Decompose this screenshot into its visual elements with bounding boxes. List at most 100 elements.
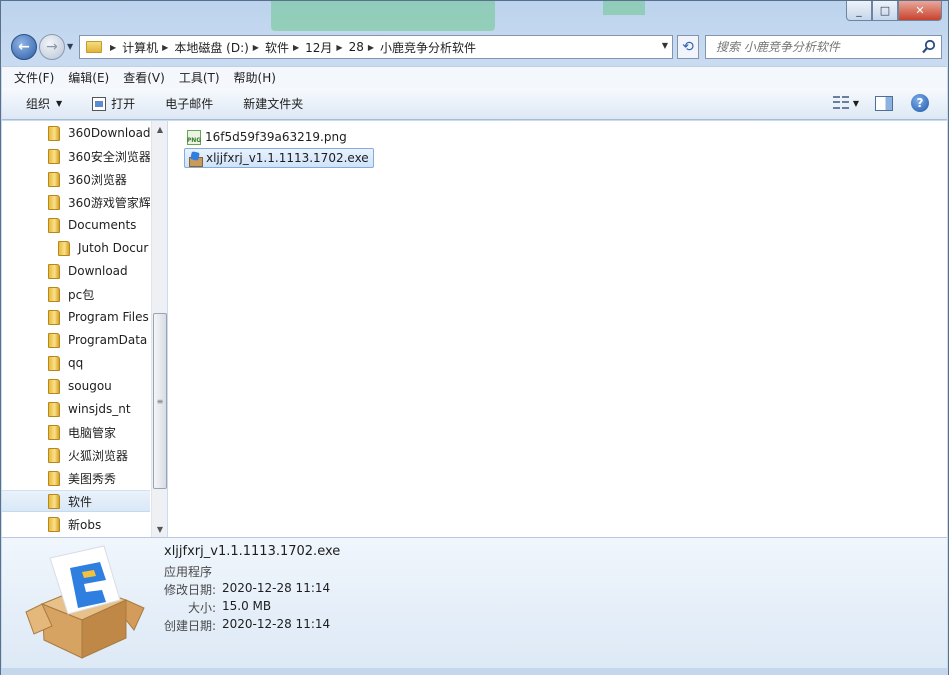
nav-tree-item[interactable]: Download [2, 260, 150, 282]
nav-tree-item[interactable]: 火狐浏览器 [2, 444, 150, 466]
nav-tree-item[interactable]: Documents [2, 214, 150, 236]
scroll-down-arrow-icon[interactable]: ▼ [152, 521, 168, 537]
file-name: 16f5d59f39a63219.png [205, 130, 347, 144]
address-history-dropdown[interactable]: ▼ [662, 41, 668, 50]
caption-buttons: _ □ ✕ [846, 1, 942, 21]
open-button[interactable]: 打开 [92, 95, 135, 112]
scroll-up-arrow-icon[interactable]: ▲ [152, 121, 168, 137]
open-label: 打开 [111, 97, 136, 111]
breadcrumb-separator-icon[interactable]: ▶ [162, 43, 168, 52]
search-input[interactable] [706, 36, 906, 58]
folder-icon [48, 309, 60, 325]
new-folder-button[interactable]: 新建文件夹 [243, 95, 303, 112]
details-file-name: xljjfxrj_v1.1.1113.1702.exe [164, 544, 341, 559]
folder-icon [48, 332, 60, 348]
breadcrumb-separator-icon[interactable]: ▶ [368, 43, 374, 52]
preview-pane-icon[interactable] [875, 95, 893, 111]
nav-tree-item[interactable]: 360游戏管家辉 [2, 191, 150, 213]
nav-tree-item[interactable]: winsjds_nt [2, 398, 150, 420]
folder-icon [48, 194, 60, 210]
menu-bar: 文件(F) 编辑(E) 查看(V) 工具(T) 帮助(H) [2, 66, 947, 88]
created-label: 创建日期: [163, 619, 216, 633]
folder-icon [48, 148, 60, 164]
forward-button[interactable]: → [39, 34, 65, 60]
recent-pages-dropdown[interactable]: ▼ [67, 42, 73, 51]
breadcrumb-item[interactable]: 小鹿竞争分析软件 [380, 39, 476, 56]
folder-icon [48, 493, 60, 509]
folder-icon [48, 401, 60, 417]
folder-icon [48, 125, 60, 141]
breadcrumb-separator-icon[interactable]: ▶ [253, 43, 259, 52]
nav-tree-item[interactable]: 360安全浏览器 [2, 145, 150, 167]
organize-button[interactable]: 组织 ▼ [26, 95, 62, 112]
nav-tree-item[interactable]: 360Download [2, 122, 150, 144]
breadcrumb-separator-icon[interactable]: ▶ [110, 43, 116, 52]
nav-tree-label: ProgramData [68, 333, 148, 347]
new-folder-label: 新建文件夹 [243, 97, 304, 111]
command-toolbar: 组织 ▼ 打开 电子邮件 新建文件夹 ▼ ? [2, 88, 947, 120]
breadcrumb-item[interactable]: 28 [349, 40, 364, 54]
nav-tree-label: qq [68, 356, 84, 370]
folder-icon [48, 355, 60, 371]
scrollbar-thumb[interactable]: ≡ [153, 313, 167, 489]
chevron-down-icon: ▼ [56, 99, 63, 108]
size-label: 大小: [187, 601, 216, 615]
view-options-dropdown[interactable]: ▼ [853, 99, 859, 108]
help-icon[interactable]: ? [911, 94, 929, 112]
folder-icon [48, 424, 60, 440]
minimize-button[interactable]: _ [846, 1, 872, 21]
breadcrumb-item[interactable]: 本地磁盘 (D:) [174, 39, 248, 56]
breadcrumb-separator-icon[interactable]: ▶ [293, 43, 299, 52]
file-list-item[interactable]: xljjfxrj_v1.1.1113.1702.exe [184, 148, 374, 168]
breadcrumb-separator-icon[interactable]: ▶ [336, 43, 342, 52]
nav-tree-label: 360浏览器 [68, 172, 127, 187]
menu-file[interactable]: 文件(F) [14, 69, 54, 86]
details-created-row: 创建日期: 2020-12-28 11:14 [164, 617, 330, 634]
nav-tree-label: sougou [68, 379, 112, 393]
nav-tree-item[interactable]: ProgramData [2, 329, 150, 351]
nav-tree-item[interactable]: 软件 [2, 490, 150, 512]
explorer-window: _ □ ✕ ← → ▼ ▶ 计算机 ▶ 本地磁盘 (D:) ▶ 软件 ▶ 12月 ▶ 28 ▶ 小鹿竞… [0, 0, 949, 675]
menu-edit[interactable]: 编辑(E) [68, 69, 109, 86]
nav-tree-item[interactable]: qq [2, 352, 150, 374]
change-view-icon[interactable] [832, 96, 849, 110]
window-bottom-border [1, 668, 948, 675]
details-size-row: 大小: 15.0 MB [164, 599, 271, 616]
nav-tree-item[interactable]: 新obs [2, 513, 150, 535]
breadcrumb-item[interactable]: 软件 [265, 39, 289, 56]
close-button[interactable]: ✕ [898, 1, 942, 21]
nav-tree-label: 美图秀秀 [68, 471, 117, 486]
nav-tree-item[interactable]: 美图秀秀 [2, 467, 150, 489]
refresh-icon: ⟲ [682, 39, 694, 55]
folder-icon [48, 516, 60, 532]
search-box[interactable] [705, 35, 942, 59]
nav-tree-item[interactable]: Program Files [2, 306, 150, 328]
refresh-button[interactable]: ⟲ [677, 35, 699, 59]
nav-tree-label: Program Files [68, 310, 149, 324]
nav-tree-item[interactable]: 360浏览器 [2, 168, 150, 190]
menu-help[interactable]: 帮助(H) [234, 69, 276, 86]
nav-tree-label: 360Download [68, 126, 150, 140]
nav-tree-item[interactable]: 电脑管家 [2, 421, 150, 443]
exe-file-icon [188, 151, 203, 167]
nav-tree-item[interactable]: sougou [2, 375, 150, 397]
nav-scrollbar[interactable]: ▲ ≡ ▼ [151, 121, 167, 537]
nav-tree-label: 新obs [68, 517, 102, 532]
navigation-pane: 新obs 软件 美图秀秀 火狐浏览器 电脑管家 winsjds_nt sougou qq Pro… [2, 121, 167, 537]
address-bar[interactable]: ▶ 计算机 ▶ 本地磁盘 (D:) ▶ 软件 ▶ 12月 ▶ 28 ▶ 小鹿竞争分析软件 ▼ [79, 35, 673, 59]
png-file-icon: PNG [187, 129, 201, 145]
search-icon[interactable] [921, 39, 937, 55]
maximize-button[interactable]: □ [872, 1, 898, 21]
nav-tree-label: 火狐浏览器 [68, 448, 129, 463]
file-list-item[interactable]: PNG 16f5d59f39a63219.png [184, 127, 351, 147]
nav-tree-label: 软件 [68, 494, 93, 509]
menu-tools[interactable]: 工具(T) [179, 69, 220, 86]
nav-tree-item[interactable]: pc包 [2, 283, 150, 305]
menu-view[interactable]: 查看(V) [123, 69, 165, 86]
breadcrumb-item[interactable]: 12月 [305, 39, 332, 56]
email-button[interactable]: 电子邮件 [165, 95, 213, 112]
back-button[interactable]: ← [11, 34, 37, 60]
toolbar-right: ▼ ? [832, 94, 929, 112]
nav-tree-item[interactable]: Jutoh Docur [2, 237, 150, 259]
breadcrumb-item[interactable]: 计算机 [122, 39, 158, 56]
